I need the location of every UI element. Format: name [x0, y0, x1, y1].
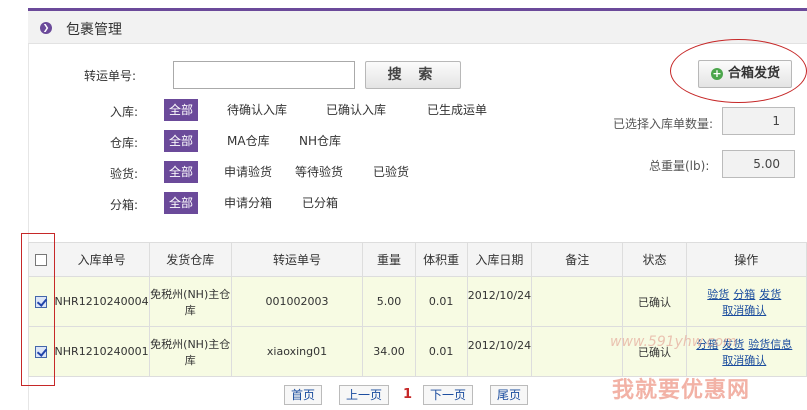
inbound-filter-label: 入库:	[110, 105, 139, 119]
watermark-text: 我就要优惠网	[612, 378, 751, 403]
inbound-option-all[interactable]: 全部	[164, 99, 198, 121]
inbound-option-confirmed[interactable]: 已确认入库	[326, 99, 386, 121]
col-header-actions: 操作	[685, 242, 807, 277]
col-header-note: 备注	[531, 242, 624, 277]
col-header-vol-weight: 体积重	[414, 242, 468, 277]
prev-page-button[interactable]: 上一页	[339, 385, 389, 405]
col-header-status: 状态	[622, 242, 687, 277]
warehouse-option-all[interactable]: 全部	[164, 130, 198, 152]
split-option-done[interactable]: 已分箱	[302, 192, 338, 214]
inbound-no-cell: NHR1210240004	[53, 276, 150, 327]
split-link[interactable]: 分箱	[733, 288, 755, 301]
total-weight-label: 总重量(lb):	[649, 159, 710, 173]
annotation-circle	[670, 39, 807, 103]
date-cell: 2012/10/24	[466, 276, 533, 327]
tracking-cell: 001002003	[230, 276, 364, 327]
warehouse-option-nh[interactable]: NH仓库	[299, 130, 341, 152]
first-page-button[interactable]: 首页	[284, 385, 322, 405]
table-row: NHR1210240004 免税州(NH)主仓库 001002003 5.00 …	[28, 276, 807, 327]
inspect-filter-label: 验货:	[110, 167, 139, 181]
col-header-weight: 重量	[362, 242, 416, 277]
next-page-button[interactable]: 下一页	[423, 385, 473, 405]
weight-cell: 34.00	[362, 326, 416, 377]
inbound-option-pending[interactable]: 待确认入库	[227, 99, 287, 121]
last-page-button[interactable]: 尾页	[490, 385, 528, 405]
warehouse-cell: 免税州(NH)主仓库	[148, 276, 232, 327]
inbound-no-cell: NHR1210240001	[53, 326, 150, 377]
note-cell	[531, 276, 624, 327]
col-header-date: 入库日期	[466, 242, 533, 277]
vol-weight-cell: 0.01	[414, 326, 468, 377]
actions-cell: 验货 分箱 发货 取消确认	[685, 276, 807, 327]
page-title: 包裹管理	[66, 22, 122, 38]
split-filter-label: 分箱:	[110, 198, 139, 212]
tracking-label: 转运单号:	[84, 69, 137, 83]
cancel-confirm-link[interactable]: 取消确认	[722, 354, 766, 367]
col-header-inbound-no: 入库单号	[53, 242, 150, 277]
watermark-url: www.591yhw.com	[610, 334, 737, 350]
annotation-rectangle	[21, 233, 55, 386]
current-page-number: 1	[403, 387, 413, 402]
vol-weight-cell: 0.01	[414, 276, 468, 327]
warehouse-cell: 免税州(NH)主仓库	[148, 326, 232, 377]
status-cell: 已确认	[622, 276, 687, 327]
date-cell: 2012/10/24	[466, 326, 533, 377]
selected-count-label: 已选择入库单数量:	[613, 117, 714, 131]
panel-header: ❯ 包裹管理	[28, 8, 807, 44]
filter-area: 转运单号: 搜 索 入库: 全部 待确认入库 已确认入库 已生成运单 仓库: 全…	[28, 44, 608, 230]
chevron-right-icon: ❯	[40, 22, 52, 34]
selected-count-field: 1	[722, 107, 795, 135]
search-button[interactable]: 搜 索	[365, 61, 461, 89]
warehouse-option-ma[interactable]: MA仓库	[227, 130, 270, 152]
ship-link[interactable]: 发货	[759, 288, 781, 301]
split-option-request[interactable]: 申请分箱	[224, 192, 272, 214]
cancel-confirm-link[interactable]: 取消确认	[722, 304, 766, 317]
inbound-option-waybill[interactable]: 已生成运单	[427, 99, 487, 121]
inspect-option-waiting[interactable]: 等待验货	[295, 161, 343, 183]
warehouse-filter-label: 仓库:	[110, 136, 139, 150]
table-header-row: 入库单号 发货仓库 转运单号 重量 体积重 入库日期 备注 状态 操作	[28, 242, 807, 277]
split-option-all[interactable]: 全部	[164, 192, 198, 214]
weight-cell: 5.00	[362, 276, 416, 327]
tracking-search-input[interactable]	[173, 61, 355, 89]
inspect-link[interactable]: 验货	[707, 288, 729, 301]
inspect-option-request[interactable]: 申请验货	[224, 161, 272, 183]
col-header-warehouse: 发货仓库	[148, 242, 232, 277]
inbound-table: 入库单号 发货仓库 转运单号 重量 体积重 入库日期 备注 状态 操作 NHR1…	[28, 242, 807, 377]
inspect-option-done[interactable]: 已验货	[373, 161, 409, 183]
col-header-tracking: 转运单号	[230, 242, 364, 277]
inspect-option-all[interactable]: 全部	[164, 161, 198, 183]
inspect-info-link[interactable]: 验货信息	[748, 338, 792, 351]
total-weight-field: 5.00	[722, 150, 795, 178]
tracking-cell: xiaoxing01	[230, 326, 364, 377]
